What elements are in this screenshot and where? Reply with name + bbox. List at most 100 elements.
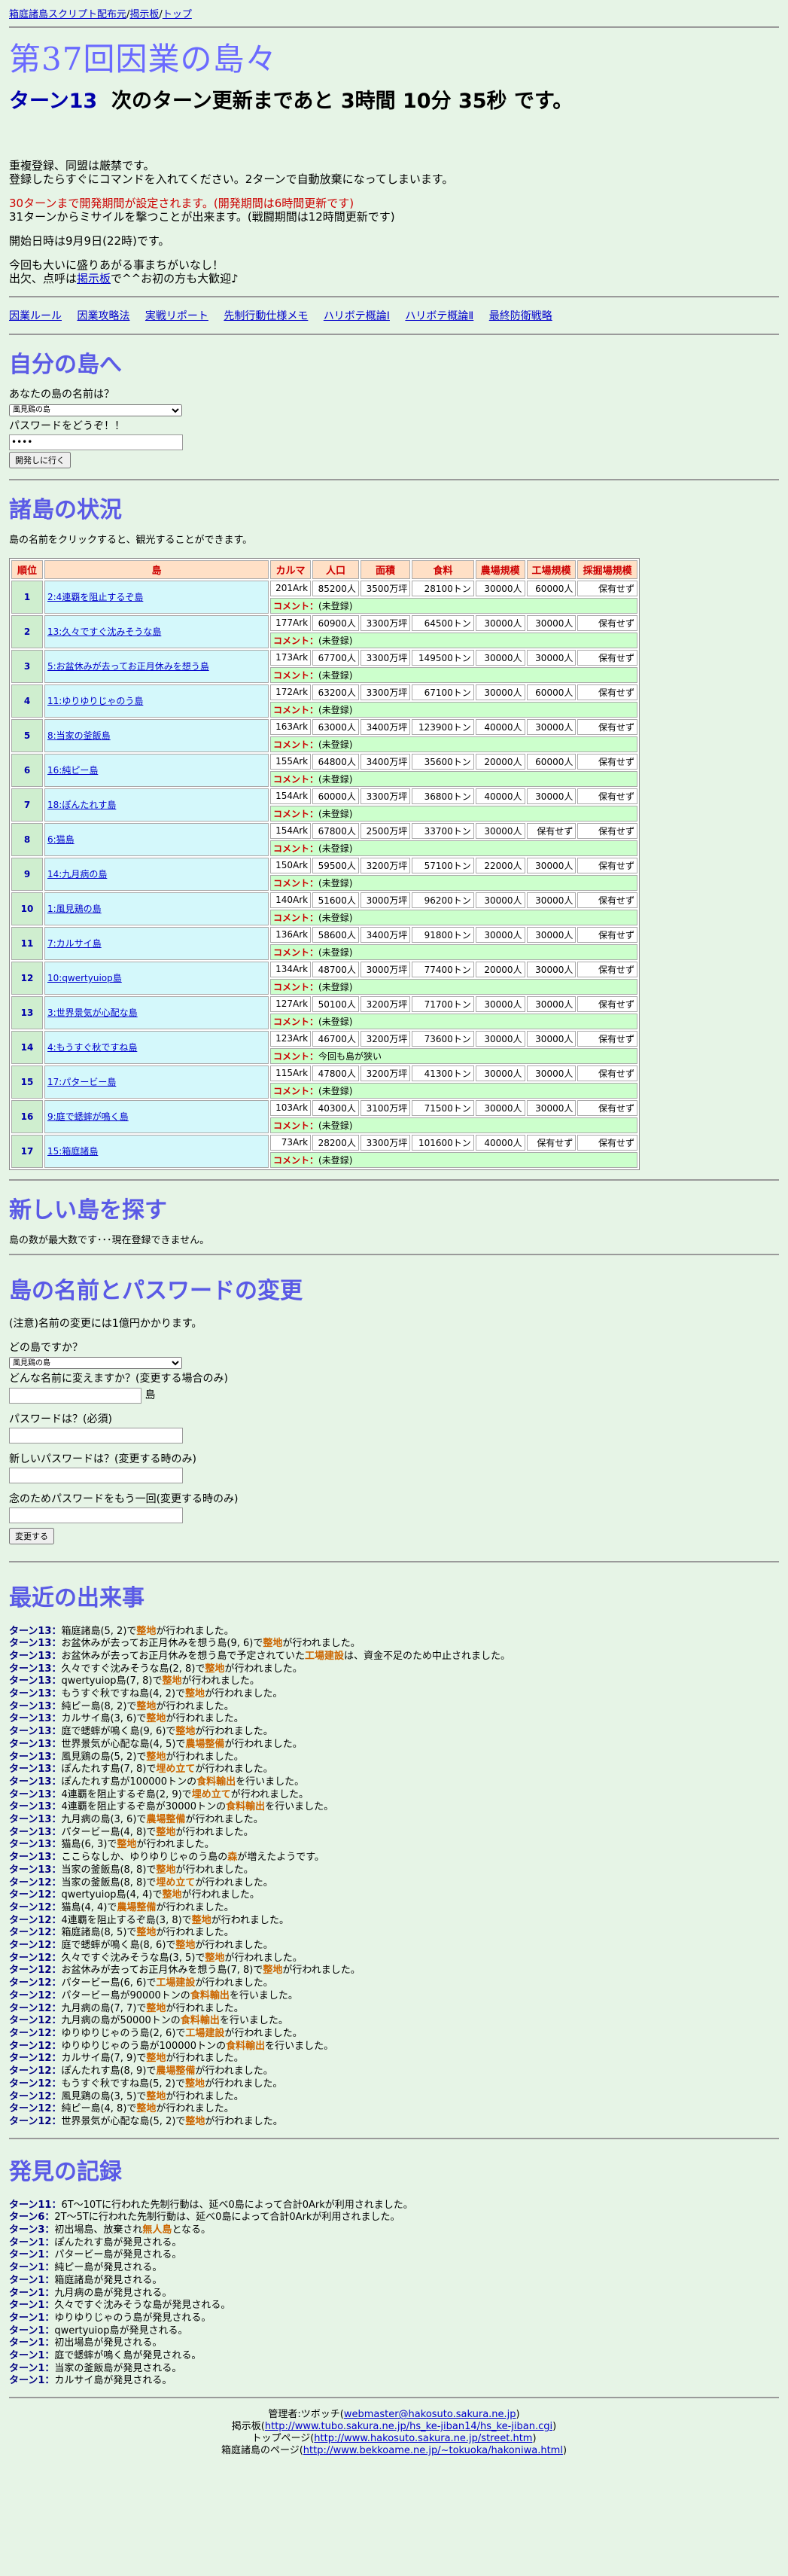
log-highlight: 工場建設 [156, 1977, 196, 1989]
mine-cell: 保有せず [577, 649, 637, 666]
island-link[interactable]: 10:qwertyuiop島 [47, 973, 122, 983]
link-top[interactable]: トップ [163, 9, 192, 20]
link-bbs[interactable]: 揭示板 [129, 9, 159, 20]
log-turn: ターン13： [9, 1751, 62, 1763]
pop-cell: 60000人 [312, 788, 359, 804]
footer-hakoniwa-link[interactable]: http://www.bekkoame.ne.jp/~tokuoka/hakon… [303, 2445, 563, 2456]
nav-link-report[interactable]: 実戦リポート [145, 310, 208, 322]
karma-cell: 150Ark [270, 857, 312, 873]
events-log: ターン13：箱庭諸島(5, 2)で整地が行われました。 ターン13：お盆休みが去っ… [9, 1626, 779, 2129]
nav-link-rules[interactable]: 因業ルール [9, 310, 62, 322]
comment-cell: コメント：(未登録) [270, 805, 637, 822]
island-link[interactable]: 14:九月病の島 [47, 869, 107, 879]
change-button[interactable]: 変更する [9, 1527, 54, 1544]
confirm-password-input[interactable] [9, 1507, 183, 1523]
footer-top: トップページ(http://www.hakosuto.sakura.ne.jp/… [251, 2433, 537, 2445]
log-text: 初出場島、放棄され [54, 2224, 143, 2236]
island-link[interactable]: 1:風見鶏の島 [47, 904, 102, 914]
footer-bbs-link[interactable]: http://www.tubo.sakura.ne.jp/hs_ke-jiban… [265, 2421, 552, 2432]
island-link[interactable]: 15:箱庭諸島 [47, 1146, 98, 1157]
comment-label: コメント： [273, 1085, 319, 1096]
karma-cell: 73Ark [270, 1134, 312, 1151]
footer-admin: 管理者:ツボッチ(webmaster@hakosuto.sakura.ne.jp… [268, 2409, 520, 2421]
karma-cell: 177Ark [270, 614, 312, 631]
island-select[interactable]: 風見鶏の島 [9, 404, 182, 416]
mine-cell: 保有せず [577, 995, 637, 1012]
island-link[interactable]: 4:もうすぐ秋ですね島 [47, 1042, 137, 1053]
log-highlight: 整地 [205, 1663, 225, 1675]
link-bbs-inline[interactable]: 掲示板 [77, 272, 111, 285]
comment-label: コメント： [273, 947, 319, 958]
log-highlight: 整地 [185, 1688, 205, 1700]
nav-link-haribote-2[interactable]: ハリボテ概論Ⅱ [405, 310, 473, 322]
island-link[interactable]: 3:世界景気が心配な島 [47, 1008, 138, 1018]
log-turn: ターン1： [9, 2274, 55, 2286]
nav-link-strategy[interactable]: 因業攻略法 [77, 310, 129, 322]
nav-link-haribote-1[interactable]: ハリボテ概論Ⅰ [324, 310, 390, 322]
island-link[interactable]: 5:お盆休みが去ってお正月休みを想う島 [47, 661, 209, 672]
island-name-cell: 2:4連覇を阻止するぞ島 [44, 580, 269, 614]
island-link[interactable]: 11:ゆりゆりじゃのう島 [47, 696, 143, 706]
log-entry: ターン1：純ピー島が発見される。 [9, 2262, 779, 2275]
new-password-input[interactable] [9, 1467, 183, 1483]
develop-button[interactable]: 開発しに行く [9, 451, 71, 468]
divider [9, 478, 779, 480]
comment-text: (未登録) [318, 635, 353, 646]
island-link[interactable]: 17:パタービー島 [47, 1077, 116, 1087]
island-link[interactable]: 9:庭で蟋蟀が鳴く島 [47, 1111, 129, 1122]
current-password-input[interactable] [9, 1427, 183, 1443]
island-suffix: 島 [145, 1389, 156, 1401]
log-text: が行われました。 [156, 1927, 234, 1939]
log-entry: ターン11：6T〜10Tに行われた先制行動は、延べ0島によって合計0Arkが利用… [9, 2200, 779, 2212]
rename-island-select[interactable]: 風見鶏の島 [9, 1357, 182, 1369]
area-cell: 3400万坪 [360, 718, 411, 735]
log-entry: ターン1：パタービー島が発見される。 [9, 2249, 779, 2262]
new-name-input[interactable] [9, 1387, 141, 1404]
island-link[interactable]: 18:ぽんたれす島 [47, 800, 116, 810]
log-entry: ターン13：風見鶏の島(5, 2)で整地が行われました。 [9, 1751, 779, 1764]
log-turn: ターン1： [9, 2312, 55, 2324]
mine-cell: 保有せず [577, 961, 637, 977]
password-input[interactable] [9, 434, 183, 450]
nav-link-final-defense[interactable]: 最終防衛戦略 [489, 310, 552, 322]
link-script-source[interactable]: 箱庭諸島スクリプト配布元 [9, 9, 126, 20]
island-name-cell: 14:九月病の島 [44, 857, 269, 891]
log-text: が行われました。 [175, 1864, 254, 1876]
log-text: ここらなしか、ゆりゆりじゃのう島の [61, 1852, 228, 1864]
island-link[interactable]: 2:4連覇を阻止するぞ島 [47, 592, 143, 602]
footer-admin-mail[interactable]: webmaster@hakosuto.sakura.ne.jp [344, 2409, 516, 2420]
log-highlight: 整地 [136, 1625, 157, 1637]
log-text: を行いました。 [229, 1989, 298, 2001]
comment-label: コメント： [273, 1154, 319, 1166]
island-link[interactable]: 6:猫島 [47, 834, 75, 845]
log-text: ゆりゆりじゃのう島が100000トンの [61, 2040, 227, 2052]
log-entry: ターン12：風見鶏の島(3, 5)で整地が行われました。 [9, 2091, 779, 2104]
island-name-cell: 18:ぽんたれす島 [44, 788, 269, 822]
island-link[interactable]: 13:久々ですぐ沈みそうな島 [47, 626, 161, 637]
pop-cell: 58600人 [312, 926, 359, 943]
log-text: 九月病の島(7, 7)で [61, 2002, 147, 2014]
karma-cell: 103Ark [270, 1099, 312, 1116]
log-text: 箱庭諸島が発見される。 [54, 2274, 163, 2286]
log-highlight: 無人島 [142, 2224, 172, 2236]
log-entry: ターン1：ぽんたれす島が発見される。 [9, 2237, 779, 2250]
log-text: 庭で蟋蟀が鳴く島(9, 6)で [61, 1726, 176, 1738]
log-turn: ターン12： [9, 2115, 62, 2127]
island-link[interactable]: 16:純ピー島 [47, 765, 98, 776]
footer-top-link[interactable]: http://www.hakosuto.sakura.ne.jp/street.… [314, 2433, 532, 2444]
island-name-cell: 6:猫島 [44, 822, 269, 856]
page-title: 第37回因業の島々 [9, 41, 278, 78]
column-header: 人口 [312, 559, 359, 579]
island-name-cell: 4:もうすぐ秋ですね島 [44, 1030, 269, 1064]
karma-cell: 172Ark [270, 684, 312, 700]
divider [9, 1560, 779, 1562]
pop-cell: 47800人 [312, 1065, 359, 1081]
log-text: パタービー島(6, 6)で [61, 1977, 157, 1989]
log-text: 九月病の島が50000トンの [61, 2015, 181, 2027]
log-text: が行われました。 [195, 1726, 273, 1738]
log-text: 久々ですぐ沈みそうな島が発見される。 [54, 2300, 231, 2312]
island-link[interactable]: 7:カルサイ島 [47, 938, 102, 949]
log-turn: ターン12： [9, 2053, 62, 2065]
island-link[interactable]: 8:当家の釜飯島 [47, 730, 111, 741]
nav-link-preemptive-memo[interactable]: 先制行動仕様メモ [224, 310, 308, 322]
